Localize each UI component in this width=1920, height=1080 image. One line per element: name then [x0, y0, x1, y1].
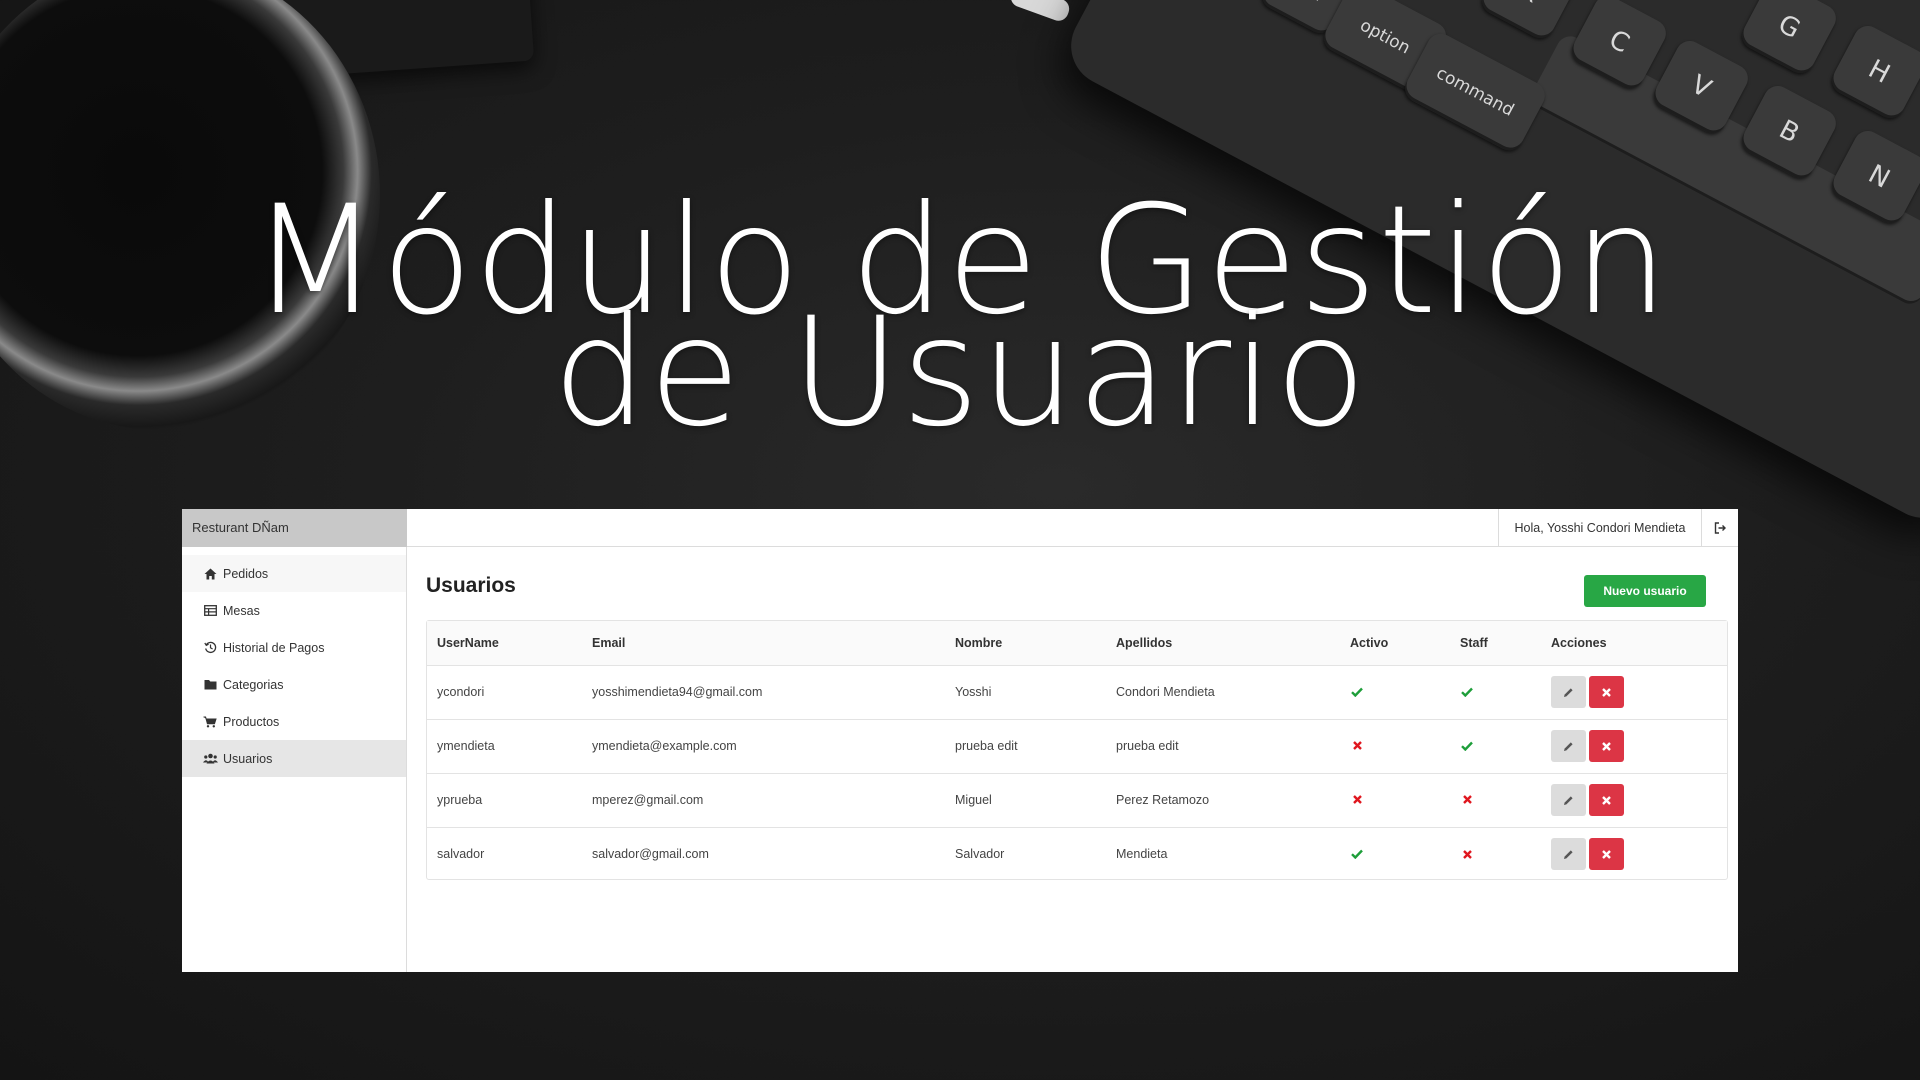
cell-actions [1541, 665, 1727, 719]
sidebar-item-productos[interactable]: Productos [182, 703, 406, 740]
top-navbar: Resturant DÑam Hola, Yosshi Condori Mend… [182, 509, 1738, 547]
cell-activo [1340, 773, 1450, 827]
sidebar-item-historial-de-pagos[interactable]: Historial de Pagos [182, 629, 406, 666]
cell-staff [1450, 773, 1541, 827]
sidebar-item-label: Usuarios [223, 751, 273, 766]
cell-email: ymendieta@example.com [592, 739, 737, 753]
close-icon [1602, 687, 1611, 697]
brand-name[interactable]: Resturant DÑam [182, 509, 407, 547]
delete-button[interactable] [1589, 784, 1624, 816]
check-icon [1350, 847, 1364, 861]
cell-actions [1541, 773, 1727, 827]
sidebar: Pedidos Mesas Historial de Pagos Categor… [182, 547, 407, 972]
cell-nombre: Salvador [955, 847, 1005, 862]
sidebar-item-categorias[interactable]: Categorias [182, 666, 406, 703]
table-row: ycondori yosshimendieta94@gmail.com Yoss… [427, 665, 1727, 719]
pencil-icon [1564, 741, 1573, 751]
sidebar-item-label: Mesas [223, 603, 260, 618]
cell-email: mperez@gmail.com [592, 793, 704, 807]
cell-apellidos: Condori Mendieta [1116, 685, 1215, 699]
cell-nombre: Miguel [955, 793, 992, 807]
pencil-icon [1564, 687, 1573, 697]
table-row: ymendieta ymendieta@example.com prueba e… [427, 719, 1727, 773]
column-header-acciones: Acciones [1551, 635, 1607, 650]
cell-actions [1541, 719, 1727, 773]
cell-nombre: Yosshi [955, 685, 992, 699]
cell-apellidos: Perez Retamozo [1116, 793, 1210, 807]
column-header-activo: Activo [1350, 635, 1389, 650]
cell-staff [1450, 719, 1541, 773]
sign-out-icon [1714, 522, 1726, 534]
cell-apellidos: prueba edit [1116, 739, 1179, 753]
close-icon [1602, 795, 1611, 805]
users-table: UserName Email Nombre Apellidos Activo S… [426, 620, 1728, 880]
column-header-email: Email [592, 635, 626, 650]
delete-button[interactable] [1589, 730, 1624, 762]
cell-email: salvador@gmail.com [592, 847, 709, 862]
cell-staff [1450, 665, 1541, 719]
column-header-nombre: Nombre [955, 635, 1003, 650]
cross-icon [1350, 793, 1364, 807]
column-header-username: UserName [437, 635, 499, 650]
sidebar-item-usuarios[interactable]: Usuarios [182, 740, 406, 777]
close-icon [1602, 741, 1611, 751]
column-header-staff: Staff [1460, 635, 1488, 650]
cell-nombre: prueba edit [955, 739, 1018, 753]
app-window: Resturant DÑam Hola, Yosshi Condori Mend… [182, 509, 1738, 972]
edit-button[interactable] [1551, 784, 1586, 816]
logout-button[interactable] [1702, 509, 1738, 547]
cell-username: ycondori [437, 685, 485, 699]
table-row: yprueba mperez@gmail.com Miguel Perez Re… [427, 773, 1727, 827]
edit-button[interactable] [1551, 730, 1586, 762]
pen-decoration [1008, 0, 1072, 24]
cart-icon [202, 715, 218, 729]
cell-username: yprueba [437, 793, 483, 807]
table-row: salvador salvador@gmail.com Salvador Men… [427, 827, 1727, 881]
users-icon [202, 752, 218, 766]
page-title: Usuarios [426, 574, 516, 597]
sidebar-item-mesas[interactable]: Mesas [182, 592, 406, 629]
close-icon [1602, 849, 1611, 859]
history-icon [202, 641, 218, 655]
cell-staff [1450, 827, 1541, 881]
cell-username: salvador [437, 847, 485, 862]
delete-button[interactable] [1589, 838, 1624, 871]
cell-email: yosshimendieta94@gmail.com [592, 685, 763, 699]
cell-apellidos: Mendieta [1116, 847, 1168, 862]
sidebar-item-label: Productos [223, 714, 280, 729]
column-header-apellidos: Apellidos [1116, 635, 1173, 650]
sidebar-item-label: Pedidos [223, 566, 269, 581]
check-icon [1460, 739, 1474, 753]
table-icon [202, 604, 218, 618]
user-greeting[interactable]: Hola, Yosshi Condori Mendieta [1498, 509, 1702, 547]
cross-icon [1460, 847, 1474, 861]
cell-actions [1541, 827, 1727, 881]
home-icon [202, 567, 218, 581]
cell-activo [1340, 827, 1450, 881]
edit-button[interactable] [1551, 676, 1586, 708]
pencil-icon [1564, 850, 1573, 859]
hero-title: Módulo de Gestión de Usuario [0, 186, 1920, 448]
folder-icon [202, 678, 218, 692]
sidebar-item-label: Historial de Pagos [223, 640, 325, 655]
cross-icon [1350, 739, 1364, 753]
sidebar-item-label: Categorias [223, 677, 284, 692]
cross-icon [1460, 793, 1474, 807]
delete-button[interactable] [1589, 676, 1624, 708]
table-header-row: UserName Email Nombre Apellidos Activo S… [427, 621, 1727, 665]
cell-activo [1340, 665, 1450, 719]
pencil-icon [1564, 795, 1573, 805]
cell-username: ymendieta [437, 739, 495, 753]
check-icon [1350, 685, 1364, 699]
edit-button[interactable] [1551, 838, 1586, 871]
check-icon [1460, 685, 1474, 699]
cell-activo [1340, 719, 1450, 773]
new-user-button[interactable]: Nuevo usuario [1584, 575, 1706, 607]
sidebar-item-pedidos[interactable]: Pedidos [182, 555, 406, 592]
